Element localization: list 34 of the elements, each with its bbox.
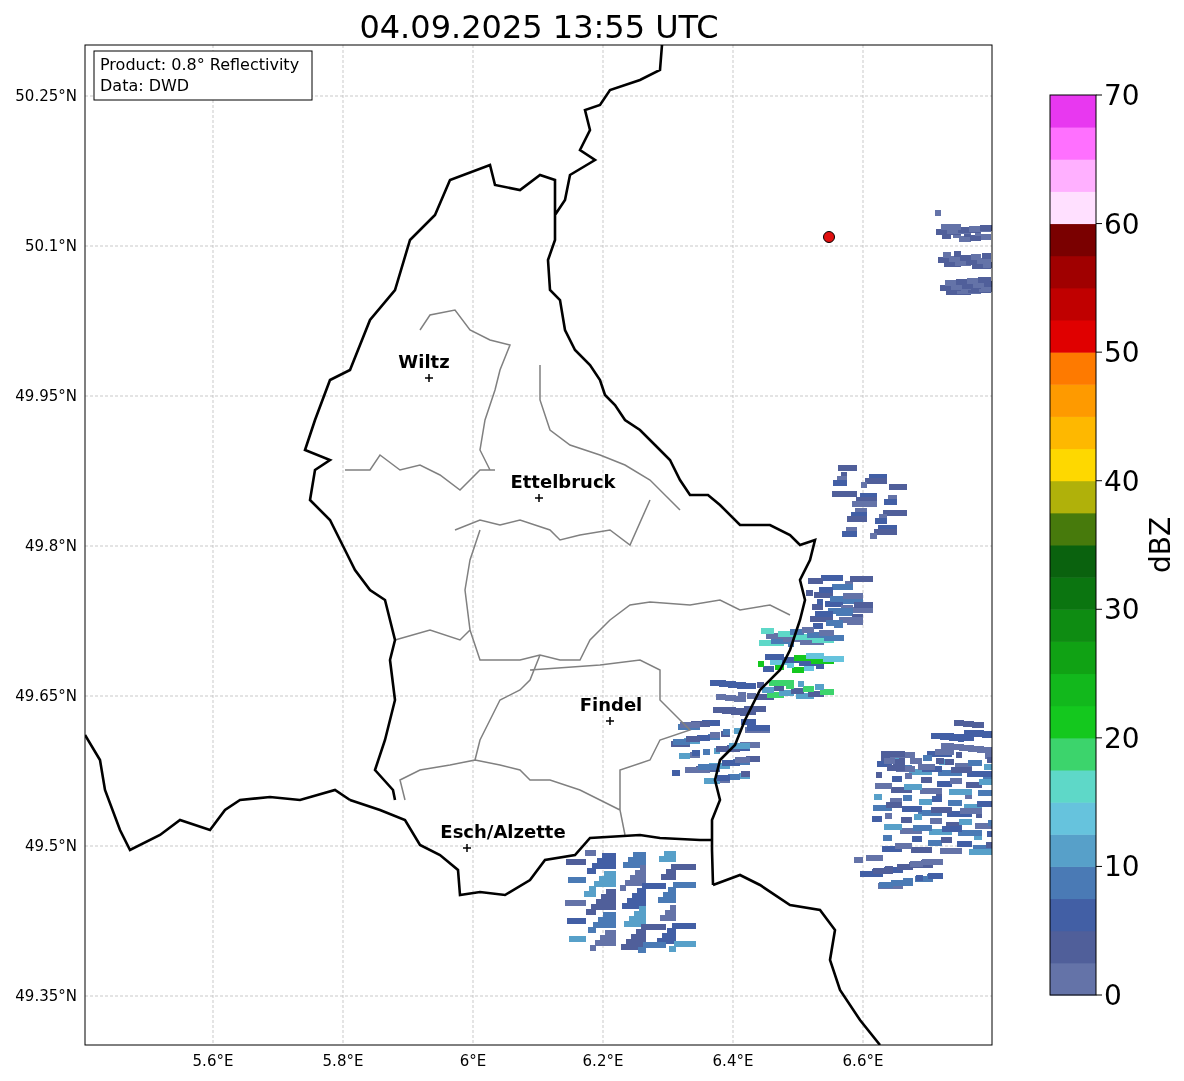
longitude-label: 6.4°E (712, 1052, 754, 1070)
latitude-label: 49.65°N (15, 687, 77, 705)
map-title: 04.09.2025 13:55 UTC (359, 8, 719, 46)
colorbar-tick-label: 10 (1104, 850, 1140, 884)
latitude-label: 49.5°N (24, 837, 77, 855)
colorbar-tick-label: 60 (1104, 207, 1140, 241)
latitude-label: 49.35°N (15, 987, 77, 1005)
latitude-label: 49.8°N (24, 537, 77, 555)
colorbar-tick-label: 50 (1104, 336, 1140, 370)
longitude-label: 5.8°E (322, 1052, 364, 1070)
longitude-label: 6.6°E (842, 1052, 884, 1070)
colorbar-tick-label: 40 (1104, 464, 1140, 498)
city-label: Wiltz (398, 351, 450, 372)
colorbar-tick-label: 0 (1104, 979, 1122, 1012)
city-marker-icon (424, 373, 434, 383)
colorbar-tick-label: 30 (1104, 593, 1140, 627)
colorbar-tick-label: 20 (1104, 721, 1140, 755)
colorbar-label: dBZ (1144, 516, 1177, 574)
city-marker-icon (462, 843, 472, 853)
city-label: Ettelbruck (510, 471, 616, 492)
longitude-label: 6°E (459, 1052, 487, 1070)
city-label: Esch/Alzette (440, 821, 566, 842)
latitude-label: 49.95°N (15, 387, 77, 405)
location-marker-icon (823, 231, 835, 243)
latitude-label: 50.25°N (15, 87, 77, 105)
city-marker-icon (534, 493, 544, 503)
colorbar-tick-label: 70 (1104, 79, 1140, 112)
city-marker-icon (605, 716, 615, 726)
info-text: Data: DWD (100, 76, 190, 95)
longitude-label: 5.6°E (192, 1052, 234, 1070)
latitude-label: 50.1°N (24, 237, 77, 255)
info-text: Product: 0.8° Reflectivity (100, 55, 300, 74)
city-label: Findel (579, 694, 643, 715)
longitude-label: 6.2°E (582, 1052, 624, 1070)
